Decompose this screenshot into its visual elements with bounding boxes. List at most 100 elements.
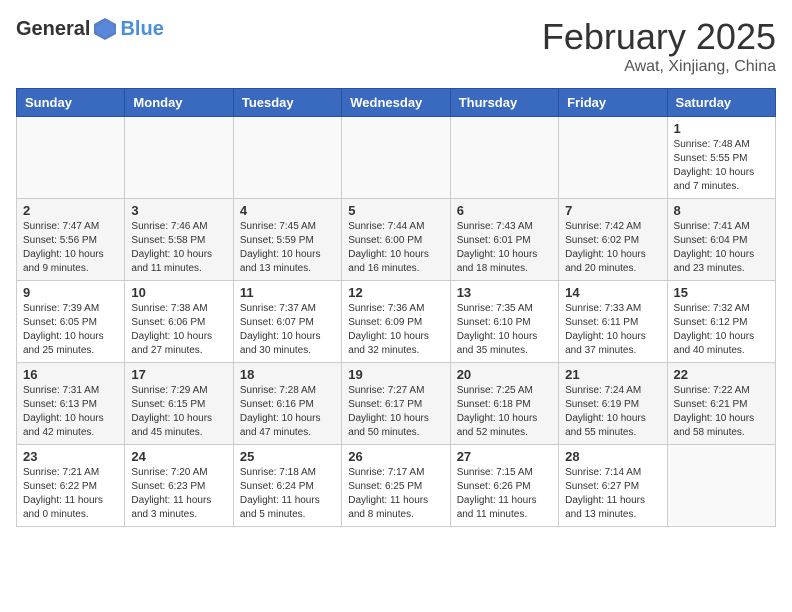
- day-info: Sunrise: 7:15 AM Sunset: 6:26 PM Dayligh…: [457, 466, 552, 522]
- day-info: Sunrise: 7:45 AM Sunset: 5:59 PM Dayligh…: [240, 220, 335, 276]
- day-info: Sunrise: 7:47 AM Sunset: 5:56 PM Dayligh…: [23, 220, 118, 276]
- day-number: 8: [674, 203, 769, 218]
- calendar-cell: 21Sunrise: 7:24 AM Sunset: 6:19 PM Dayli…: [559, 363, 667, 445]
- calendar-cell: 5Sunrise: 7:44 AM Sunset: 6:00 PM Daylig…: [342, 199, 450, 281]
- calendar-cell: 19 Sunrise: 7:27 AM Sunset: 6:17 PM Dayli…: [342, 363, 450, 445]
- day-number: 22: [674, 367, 769, 382]
- day-info: Sunrise: 7:20 AM Sunset: 6:23 PM Dayligh…: [131, 466, 226, 522]
- calendar-cell: [450, 117, 558, 199]
- month-title: February 2025: [542, 16, 776, 58]
- day-number: 19: [348, 367, 443, 382]
- day-info: Sunrise: 7:33 AM Sunset: 6:11 PM Dayligh…: [565, 302, 660, 358]
- calendar-cell: 6 Sunrise: 7:43 AM Sunset: 6:01 PM Daylig…: [450, 199, 558, 281]
- logo-general-text: General: [16, 18, 90, 41]
- logo-blue-text: Blue: [120, 18, 163, 41]
- weekday-header-tuesday: Tuesday: [233, 89, 341, 117]
- day-number: 17: [131, 367, 226, 382]
- day-info: Sunrise: 7:21 AM Sunset: 6:22 PM Dayligh…: [23, 466, 118, 522]
- day-info: Sunrise: 7:37 AM Sunset: 6:07 PM Dayligh…: [240, 302, 335, 358]
- calendar-cell: [125, 117, 233, 199]
- day-number: 7: [565, 203, 660, 218]
- calendar-cell: 25 Sunrise: 7:18 AM Sunset: 6:24 PM Dayli…: [233, 445, 341, 527]
- day-number: 4: [240, 203, 335, 218]
- location: Awat, Xinjiang, China: [542, 58, 776, 76]
- calendar-cell: 14 Sunrise: 7:33 AM Sunset: 6:11 PM Dayli…: [559, 281, 667, 363]
- calendar-cell: 26 Sunrise: 7:17 AM Sunset: 6:25 PM Dayli…: [342, 445, 450, 527]
- day-info: Sunrise: 7:41 AM Sunset: 6:04 PM Dayligh…: [674, 220, 769, 276]
- calendar-cell: [233, 117, 341, 199]
- day-info: Sunrise: 7:17 AM Sunset: 6:25 PM Dayligh…: [348, 466, 443, 522]
- calendar-cell: [17, 117, 125, 199]
- day-number: 23: [23, 449, 118, 464]
- calendar-week-row: 2 Sunrise: 7:47 AM Sunset: 5:56 PM Daylig…: [17, 199, 776, 281]
- calendar-cell: 13Sunrise: 7:35 AM Sunset: 6:10 PM Dayli…: [450, 281, 558, 363]
- day-info: Sunrise: 7:29 AM Sunset: 6:15 PM Dayligh…: [131, 384, 226, 440]
- calendar-cell: 24 Sunrise: 7:20 AM Sunset: 6:23 PM Dayli…: [125, 445, 233, 527]
- day-number: 12: [348, 285, 443, 300]
- day-number: 16: [23, 367, 118, 382]
- calendar-cell: 28Sunrise: 7:14 AM Sunset: 6:27 PM Dayli…: [559, 445, 667, 527]
- calendar-cell: [342, 117, 450, 199]
- day-number: 27: [457, 449, 552, 464]
- day-info: Sunrise: 7:14 AM Sunset: 6:27 PM Dayligh…: [565, 466, 660, 522]
- day-number: 2: [23, 203, 118, 218]
- calendar-week-row: 9 Sunrise: 7:39 AM Sunset: 6:05 PM Daylig…: [17, 281, 776, 363]
- calendar-cell: 22 Sunrise: 7:22 AM Sunset: 6:21 PM Dayli…: [667, 363, 775, 445]
- calendar-cell: 16 Sunrise: 7:31 AM Sunset: 6:13 PM Dayli…: [17, 363, 125, 445]
- calendar-cell: 27 Sunrise: 7:15 AM Sunset: 6:26 PM Dayli…: [450, 445, 558, 527]
- calendar-week-row: 1Sunrise: 7:48 AM Sunset: 5:55 PM Daylig…: [17, 117, 776, 199]
- day-info: Sunrise: 7:27 AM Sunset: 6:17 PM Dayligh…: [348, 384, 443, 440]
- weekday-header-friday: Friday: [559, 89, 667, 117]
- day-info: Sunrise: 7:36 AM Sunset: 6:09 PM Dayligh…: [348, 302, 443, 358]
- day-info: Sunrise: 7:42 AM Sunset: 6:02 PM Dayligh…: [565, 220, 660, 276]
- weekday-header-sunday: Sunday: [17, 89, 125, 117]
- day-number: 15: [674, 285, 769, 300]
- calendar-cell: 1Sunrise: 7:48 AM Sunset: 5:55 PM Daylig…: [667, 117, 775, 199]
- calendar-week-row: 16 Sunrise: 7:31 AM Sunset: 6:13 PM Dayli…: [17, 363, 776, 445]
- day-number: 20: [457, 367, 552, 382]
- day-info: Sunrise: 7:25 AM Sunset: 6:18 PM Dayligh…: [457, 384, 552, 440]
- calendar-cell: 9 Sunrise: 7:39 AM Sunset: 6:05 PM Daylig…: [17, 281, 125, 363]
- calendar-table: SundayMondayTuesdayWednesdayThursdayFrid…: [16, 88, 776, 527]
- page-header: General Blue February 2025 Awat, Xinjian…: [16, 16, 776, 76]
- day-number: 24: [131, 449, 226, 464]
- calendar-cell: 3Sunrise: 7:46 AM Sunset: 5:58 PM Daylig…: [125, 199, 233, 281]
- day-info: Sunrise: 7:43 AM Sunset: 6:01 PM Dayligh…: [457, 220, 552, 276]
- calendar-cell: 18Sunrise: 7:28 AM Sunset: 6:16 PM Dayli…: [233, 363, 341, 445]
- day-number: 6: [457, 203, 552, 218]
- day-info: Sunrise: 7:22 AM Sunset: 6:21 PM Dayligh…: [674, 384, 769, 440]
- day-info: Sunrise: 7:28 AM Sunset: 6:16 PM Dayligh…: [240, 384, 335, 440]
- calendar-week-row: 23 Sunrise: 7:21 AM Sunset: 6:22 PM Dayli…: [17, 445, 776, 527]
- calendar-cell: 20 Sunrise: 7:25 AM Sunset: 6:18 PM Dayli…: [450, 363, 558, 445]
- day-number: 26: [348, 449, 443, 464]
- calendar-header-row: SundayMondayTuesdayWednesdayThursdayFrid…: [17, 89, 776, 117]
- calendar-cell: [559, 117, 667, 199]
- calendar-cell: [667, 445, 775, 527]
- calendar-cell: 11 Sunrise: 7:37 AM Sunset: 6:07 PM Dayli…: [233, 281, 341, 363]
- calendar-cell: 15 Sunrise: 7:32 AM Sunset: 6:12 PM Dayli…: [667, 281, 775, 363]
- calendar-cell: 17 Sunrise: 7:29 AM Sunset: 6:15 PM Dayli…: [125, 363, 233, 445]
- day-number: 14: [565, 285, 660, 300]
- day-number: 13: [457, 285, 552, 300]
- logo-icon: [92, 16, 118, 42]
- calendar-cell: 23 Sunrise: 7:21 AM Sunset: 6:22 PM Dayli…: [17, 445, 125, 527]
- day-number: 11: [240, 285, 335, 300]
- day-info: Sunrise: 7:32 AM Sunset: 6:12 PM Dayligh…: [674, 302, 769, 358]
- calendar-cell: 8 Sunrise: 7:41 AM Sunset: 6:04 PM Daylig…: [667, 199, 775, 281]
- day-info: Sunrise: 7:38 AM Sunset: 6:06 PM Dayligh…: [131, 302, 226, 358]
- weekday-header-monday: Monday: [125, 89, 233, 117]
- day-info: Sunrise: 7:31 AM Sunset: 6:13 PM Dayligh…: [23, 384, 118, 440]
- day-number: 5: [348, 203, 443, 218]
- day-number: 1: [674, 121, 769, 136]
- day-number: 25: [240, 449, 335, 464]
- logo: General Blue: [16, 16, 164, 42]
- day-info: Sunrise: 7:39 AM Sunset: 6:05 PM Dayligh…: [23, 302, 118, 358]
- day-number: 9: [23, 285, 118, 300]
- day-info: Sunrise: 7:18 AM Sunset: 6:24 PM Dayligh…: [240, 466, 335, 522]
- day-info: Sunrise: 7:46 AM Sunset: 5:58 PM Dayligh…: [131, 220, 226, 276]
- day-number: 10: [131, 285, 226, 300]
- calendar-cell: 7 Sunrise: 7:42 AM Sunset: 6:02 PM Daylig…: [559, 199, 667, 281]
- calendar-cell: 10 Sunrise: 7:38 AM Sunset: 6:06 PM Dayli…: [125, 281, 233, 363]
- title-section: February 2025 Awat, Xinjiang, China: [542, 16, 776, 76]
- weekday-header-wednesday: Wednesday: [342, 89, 450, 117]
